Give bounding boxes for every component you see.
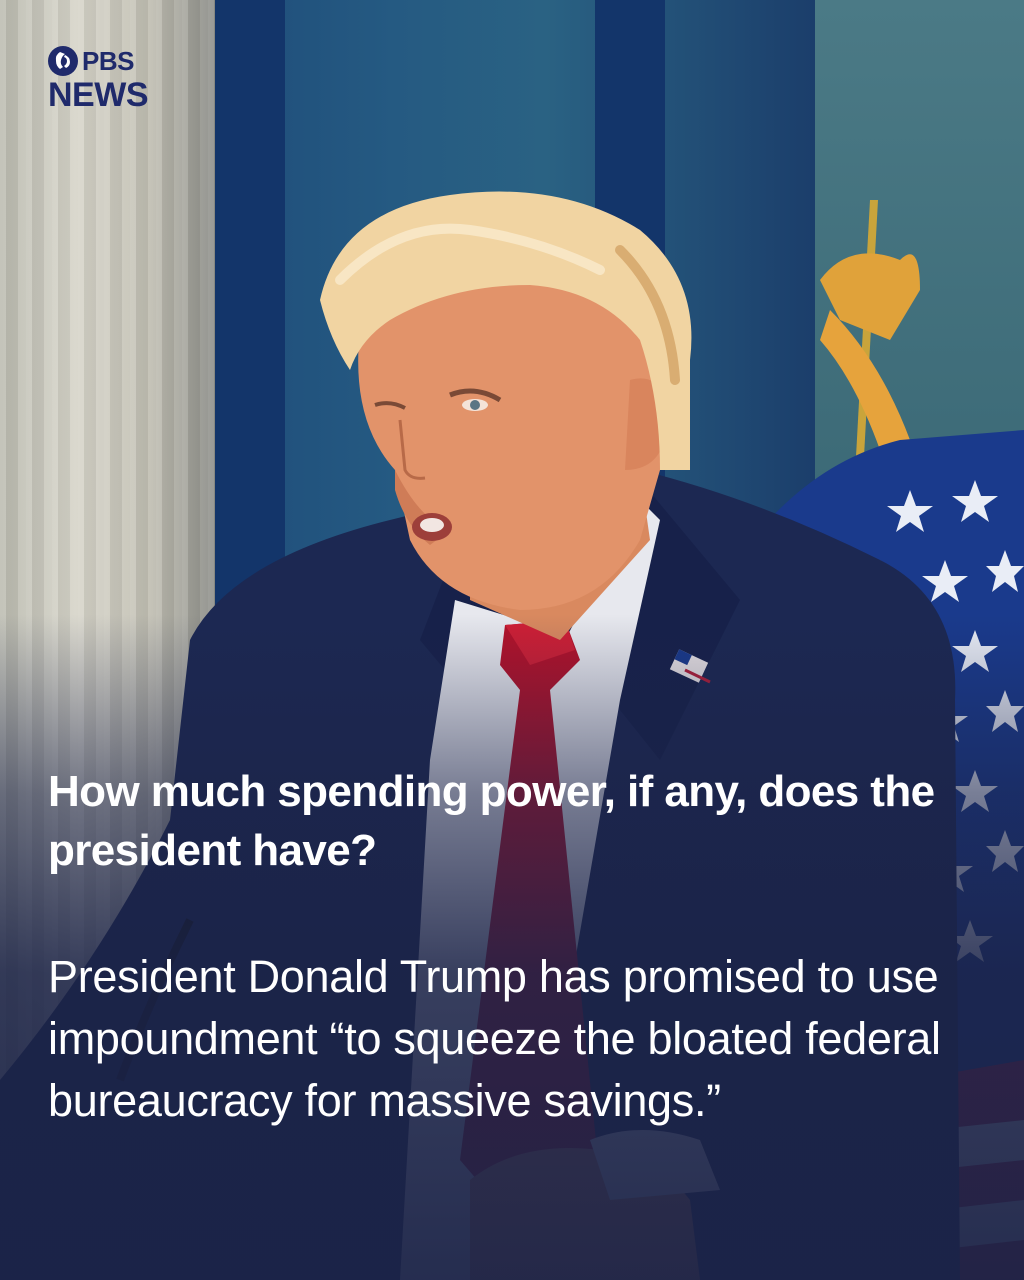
pbs-head-icon xyxy=(48,46,78,76)
logo-news-text: NEWS xyxy=(48,76,149,114)
social-card: PBS NEWS How much spending power, if any… xyxy=(0,0,1024,1280)
headline: How much spending power, if any, does th… xyxy=(48,767,935,875)
body-text: President Donald Trump has promised to u… xyxy=(48,951,941,1126)
logo-pbs-text: PBS xyxy=(82,46,134,76)
pbs-news-logo: PBS NEWS xyxy=(48,46,149,114)
